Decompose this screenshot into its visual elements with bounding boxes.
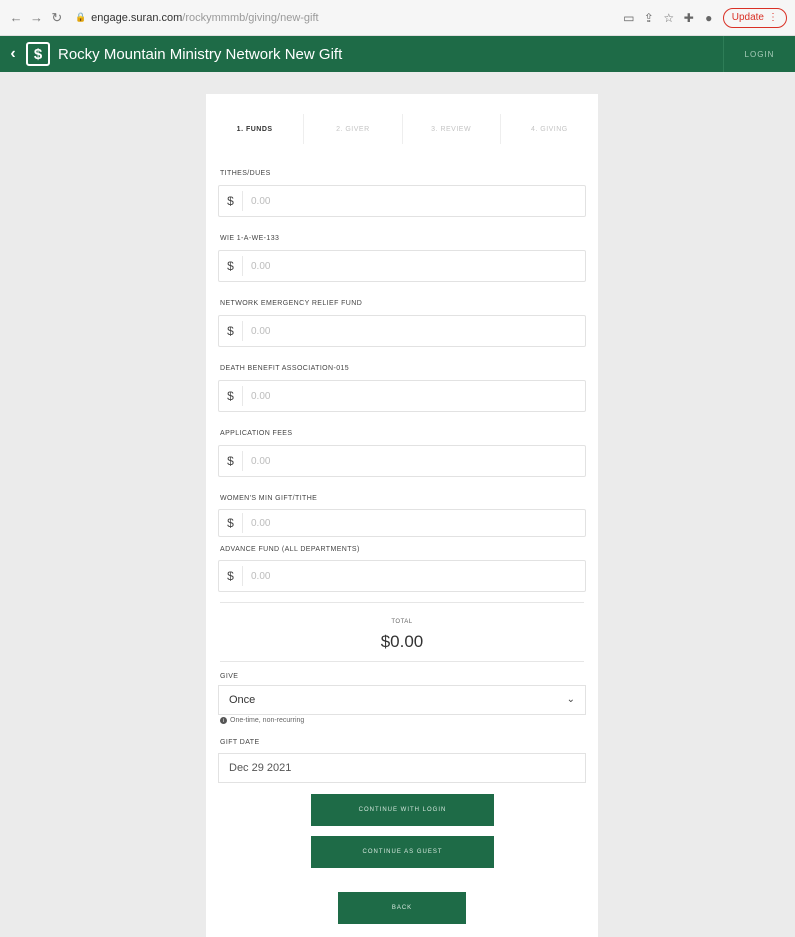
cast-icon[interactable]: ▭: [619, 8, 639, 28]
total-label: TOTAL: [391, 619, 413, 625]
currency-symbol: $: [219, 566, 243, 586]
fund-amount-input[interactable]: [243, 260, 543, 272]
fund-label: WIE 1-A-WE-133: [220, 235, 280, 242]
currency-symbol: $: [219, 386, 243, 406]
more-vert-icon: ⋮: [768, 12, 778, 23]
lock-icon: 🔒: [74, 12, 87, 22]
back-icon[interactable]: ←: [8, 9, 24, 27]
divider: [220, 602, 584, 603]
update-label: Update: [731, 12, 764, 23]
browser-toolbar: ← → ↻ 🔒 engage.suran.com /rockymmmb/givi…: [0, 0, 795, 36]
fund-amount-input[interactable]: [243, 325, 543, 337]
fund-label: ADVANCE FUND (ALL DEPARTMENTS): [220, 546, 360, 553]
step-giver[interactable]: 2. GIVER: [304, 114, 403, 144]
fund-amount-field: $: [218, 509, 586, 537]
currency-symbol: $: [219, 256, 243, 276]
total-amount: $0.00: [380, 632, 424, 651]
fund-amount-field: $: [218, 560, 586, 592]
frequency-select[interactable]: Once ⌄: [218, 685, 586, 715]
url-host: engage.suran.com: [91, 11, 183, 24]
fund-label: DEATH BENEFIT ASSOCIATION-015: [220, 365, 350, 372]
dollar-logo-icon: $: [26, 42, 50, 66]
chevron-down-icon: ⌄: [566, 694, 575, 705]
update-button[interactable]: Update ⋮: [722, 7, 787, 28]
currency-symbol: $: [219, 451, 243, 471]
continue-with-login-button[interactable]: CONTINUE WITH LOGIN: [311, 794, 494, 826]
currency-symbol: $: [219, 513, 243, 533]
back-chevron-icon[interactable]: ‹: [0, 45, 26, 63]
gift-date-field[interactable]: Dec 29 2021: [218, 753, 586, 783]
profile-icon[interactable]: ●: [699, 8, 719, 28]
step-review[interactable]: 3. REVIEW: [403, 114, 501, 144]
gift-date-label: GIFT DATE: [220, 739, 260, 746]
back-button[interactable]: BACK: [338, 892, 466, 924]
frequency-label: GIVE: [220, 673, 239, 680]
page-title: Rocky Mountain Ministry Network New Gift: [58, 45, 343, 63]
fund-label: APPLICATION FEES: [220, 430, 293, 437]
share-icon[interactable]: ⇪: [639, 8, 659, 28]
extensions-icon[interactable]: ✚: [679, 8, 699, 28]
fund-amount-field: $: [218, 380, 586, 412]
login-link[interactable]: LOGIN: [723, 36, 795, 72]
divider: [220, 661, 584, 662]
frequency-hint: i One-time, non-recurring: [220, 717, 304, 724]
frequency-value: Once: [229, 694, 256, 706]
info-icon: i: [220, 717, 227, 724]
fund-amount-field: $: [218, 445, 586, 477]
fund-amount-input[interactable]: [243, 570, 543, 582]
step-tabs: 1. FUNDS 2. GIVER 3. REVIEW 4. GIVING: [206, 114, 598, 144]
currency-symbol: $: [219, 321, 243, 341]
url-path: /rockymmmb/giving/new-gift: [182, 11, 319, 24]
fund-amount-field: $: [218, 185, 586, 217]
fund-amount-field: $: [218, 315, 586, 347]
fund-amount-field: $: [218, 250, 586, 282]
star-icon[interactable]: ☆: [659, 8, 679, 28]
reload-icon[interactable]: ↻: [49, 9, 65, 27]
fund-amount-input[interactable]: [243, 390, 543, 402]
fund-label: TITHES/DUES: [220, 170, 271, 177]
fund-label: WOMEN'S MIN GIFT/TITHE: [220, 495, 318, 502]
currency-symbol: $: [219, 191, 243, 211]
fund-amount-input[interactable]: [243, 195, 543, 207]
app-header: ‹ $ Rocky Mountain Ministry Network New …: [0, 36, 795, 72]
forward-icon[interactable]: →: [28, 9, 44, 27]
fund-amount-input[interactable]: [243, 517, 543, 529]
step-giving[interactable]: 4. GIVING: [501, 114, 598, 144]
step-funds[interactable]: 1. FUNDS: [206, 114, 305, 144]
frequency-hint-text: One-time, non-recurring: [230, 717, 305, 724]
address-bar[interactable]: 🔒 engage.suran.com /rockymmmb/giving/new…: [75, 6, 619, 30]
fund-amount-input[interactable]: [243, 455, 543, 467]
fund-label: NETWORK EMERGENCY RELIEF FUND: [220, 300, 363, 307]
continue-as-guest-button[interactable]: CONTINUE AS GUEST: [311, 836, 494, 868]
gift-form-card: 1. FUNDS 2. GIVER 3. REVIEW 4. GIVING TI…: [206, 94, 598, 937]
